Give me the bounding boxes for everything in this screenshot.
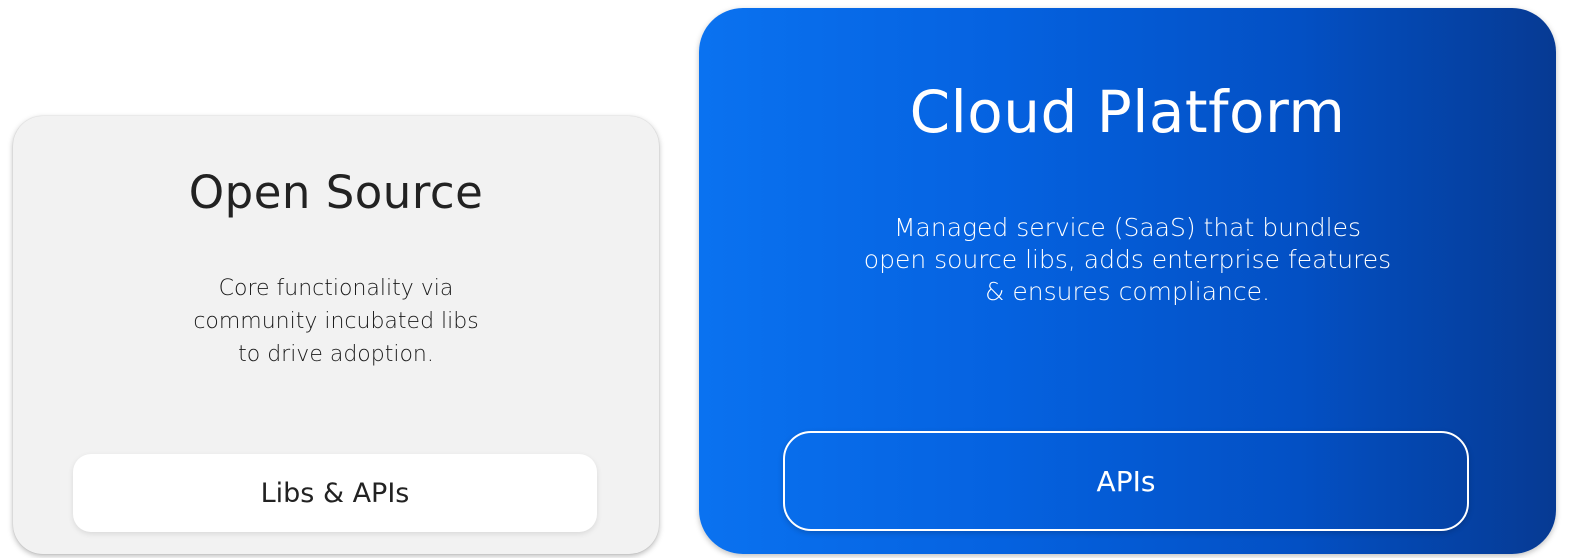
open-source-card: Open Source Core functionality via commu… xyxy=(13,116,659,554)
open-source-description: Core functionality via community incubat… xyxy=(163,272,509,371)
cloud-platform-description: Managed service (SaaS) that bundles open… xyxy=(839,212,1416,308)
offering-comparison: Open Source Core functionality via commu… xyxy=(0,0,1576,558)
apis-pill: APIs xyxy=(783,431,1469,531)
cloud-platform-description-line: open source libs, adds enterprise featur… xyxy=(863,245,1392,274)
cloud-platform-description-line: Managed service (SaaS) that bundles xyxy=(893,213,1362,242)
open-source-description-line: to drive adoption. xyxy=(238,342,434,367)
libs-apis-pill: Libs & APIs xyxy=(73,454,597,532)
cloud-platform-card: Cloud Platform Managed service (SaaS) th… xyxy=(699,8,1556,554)
cloud-platform-title: Cloud Platform xyxy=(909,78,1346,146)
open-source-title: Open Source xyxy=(188,166,484,219)
open-source-description-line: community incubated libs xyxy=(193,309,479,334)
open-source-description-line: Core functionality via xyxy=(218,276,454,301)
cloud-platform-description-line: & ensures compliance. xyxy=(984,277,1270,306)
